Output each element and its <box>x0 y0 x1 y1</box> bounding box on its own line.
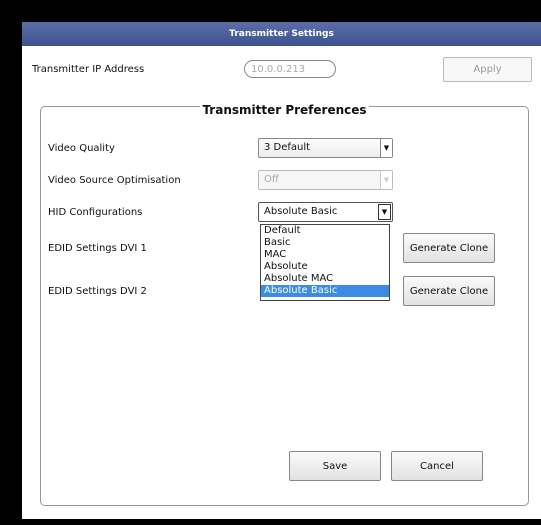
chevron-down-icon: ▼ <box>380 171 392 189</box>
video-source-optimisation-select[interactable]: Off ▼ <box>258 170 393 190</box>
apply-button[interactable]: Apply <box>443 57 532 82</box>
hid-configurations-label: HID Configurations <box>48 207 143 218</box>
chevron-down-icon: ▼ <box>378 204 391 220</box>
edid-dvi2-label: EDID Settings DVI 2 <box>48 286 147 297</box>
video-quality-select[interactable]: 3 Default ▼ <box>258 138 393 158</box>
ip-address-field[interactable]: 10.0.0.213 <box>244 60 336 78</box>
dropdown-option-selected[interactable]: Absolute Basic <box>261 285 389 297</box>
cancel-button[interactable]: Cancel <box>391 451 483 481</box>
window-title: Transmitter Settings <box>22 22 541 46</box>
dropdown-option[interactable]: Absolute <box>261 261 389 273</box>
window-left-edge <box>0 0 8 525</box>
transmitter-settings-window: Transmitter Settings Transmitter IP Addr… <box>0 0 541 525</box>
ip-address-label: Transmitter IP Address <box>32 64 145 75</box>
edid-dvi1-label: EDID Settings DVI 1 <box>48 243 147 254</box>
video-quality-value: 3 Default <box>264 142 311 153</box>
dropdown-option[interactable]: Default <box>261 225 389 237</box>
preferences-title: Transmitter Preferences <box>200 103 369 117</box>
dropdown-option[interactable]: Absolute MAC <box>261 273 389 285</box>
dropdown-option[interactable]: Basic <box>261 237 389 249</box>
hid-configurations-dropdown-list: Default Basic MAC Absolute Absolute MAC … <box>260 224 390 301</box>
generate-clone-dvi2-button[interactable]: Generate Clone <box>403 276 495 306</box>
hid-configurations-select[interactable]: Absolute Basic ▼ <box>258 202 393 222</box>
chevron-down-icon: ▼ <box>380 139 392 157</box>
video-source-optimisation-value: Off <box>264 174 279 185</box>
preferences-group: Transmitter Preferences <box>40 103 529 506</box>
generate-clone-dvi1-button[interactable]: Generate Clone <box>403 233 495 263</box>
save-button[interactable]: Save <box>289 451 381 481</box>
video-quality-label: Video Quality <box>48 143 115 154</box>
hid-configurations-value: Absolute Basic <box>264 206 338 217</box>
video-source-optimisation-label: Video Source Optimisation <box>48 175 181 186</box>
dropdown-option[interactable]: MAC <box>261 249 389 261</box>
